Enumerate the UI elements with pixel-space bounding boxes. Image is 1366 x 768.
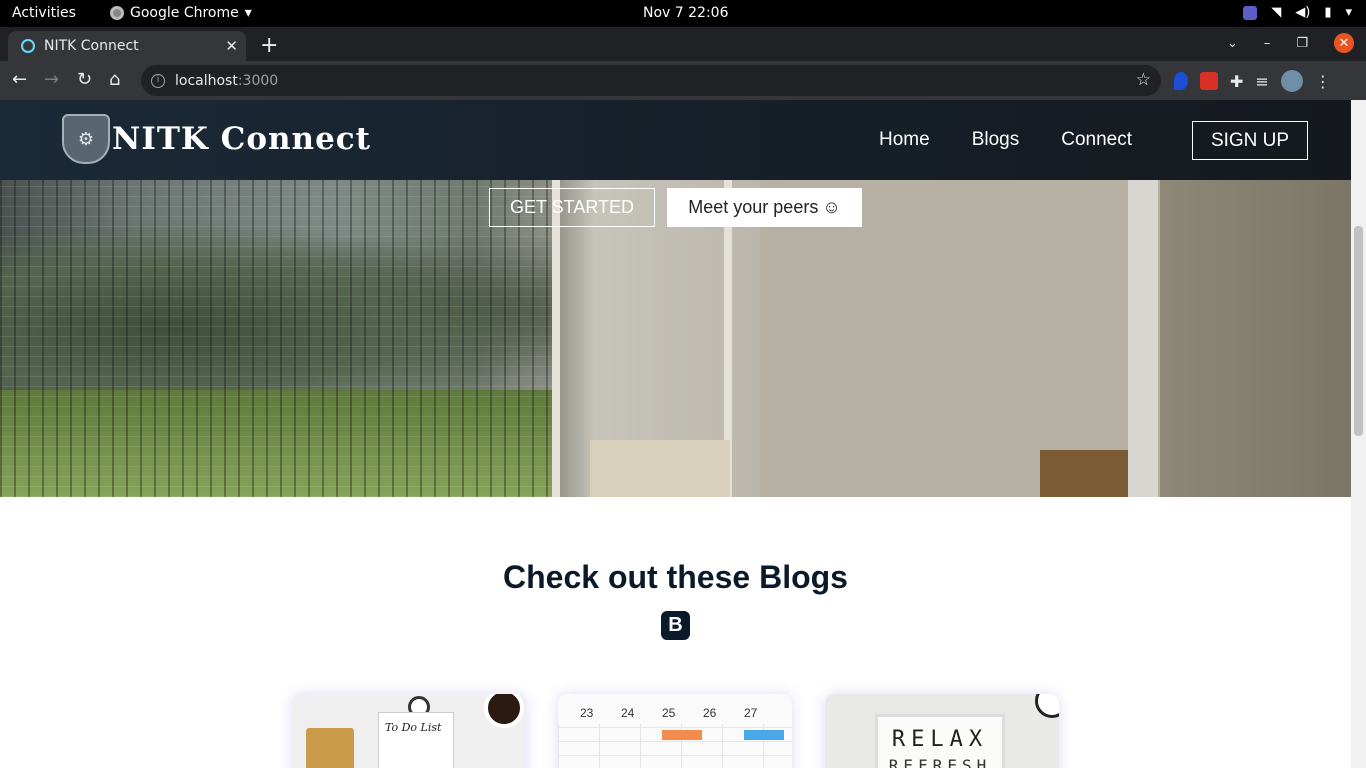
calendar-event-blue — [744, 730, 784, 740]
calendar-day: 25 — [662, 706, 676, 720]
extensions-area: ✚ ≡ ⋮ — [1174, 70, 1331, 92]
calendar-day: 26 — [703, 706, 717, 720]
minimize-icon[interactable]: – — [1264, 36, 1271, 51]
tab-strip: NITK Connect ✕ + ⌄ – ❐ ✕ — [0, 27, 1366, 61]
calendar-day: 27 — [744, 706, 758, 720]
site-logo[interactable]: ⚙ NITK Connect — [62, 114, 371, 164]
address-bar[interactable]: i localhost:3000 ☆ — [141, 65, 1161, 96]
calendar-event-orange — [662, 730, 702, 740]
tab-search-icon[interactable]: ⌄ — [1227, 36, 1238, 51]
forward-icon[interactable]: → — [44, 69, 59, 90]
activities-button[interactable]: Activities — [12, 5, 76, 21]
scrollbar-thumb[interactable] — [1354, 226, 1363, 436]
back-icon[interactable]: ← — [12, 69, 27, 90]
wifi-icon[interactable]: ◥ — [1271, 5, 1281, 20]
red-extension-icon[interactable] — [1200, 72, 1218, 90]
tab-nitk-connect[interactable]: NITK Connect ✕ — [8, 31, 246, 61]
nav-blogs-link[interactable]: Blogs — [972, 129, 1020, 151]
battery-icon[interactable]: ▮ — [1324, 5, 1331, 20]
blog-card-relax[interactable]: RELAX REFRESH — [825, 694, 1059, 768]
nav-home-link[interactable]: Home — [879, 129, 930, 151]
window-controls: ⌄ – ❐ ✕ — [1227, 33, 1354, 53]
calendar-day: 24 — [621, 706, 635, 720]
system-tray[interactable]: ◥ ◀) ▮ ▾ — [1243, 5, 1352, 20]
bookmark-star-icon[interactable]: ☆ — [1136, 70, 1151, 90]
blogs-section-title: Check out these Blogs — [503, 559, 848, 595]
clipboard-image — [306, 728, 354, 768]
clock[interactable]: Nov 7 22:06 — [643, 5, 728, 21]
tab-close-icon[interactable]: ✕ — [225, 37, 238, 55]
chrome-menu-icon[interactable]: ⋮ — [1315, 72, 1331, 91]
nav-connect-link[interactable]: Connect — [1061, 129, 1132, 151]
volume-icon[interactable]: ◀) — [1295, 5, 1310, 20]
refresh-word: REFRESH — [888, 756, 992, 768]
blog-card-todo[interactable]: To Do List — [292, 694, 526, 768]
app-name: Google Chrome — [130, 5, 239, 21]
url-text: localhost:3000 — [175, 73, 278, 89]
signup-button[interactable]: SIGN UP — [1192, 121, 1308, 160]
tab-title: NITK Connect — [44, 38, 139, 54]
page-viewport: GET STARTED Meet your peers ☺ ⚙ NITK Con… — [0, 100, 1366, 768]
caret-down-icon: ▾ — [244, 5, 252, 21]
restore-icon[interactable]: ❐ — [1296, 36, 1308, 51]
app-menu[interactable]: Google Chrome ▾ — [110, 5, 252, 21]
profile-avatar[interactable] — [1280, 70, 1303, 92]
hero-buttons: GET STARTED Meet your peers ☺ — [489, 188, 862, 227]
nitk-crest-icon: ⚙ — [62, 114, 110, 164]
smiley-icon: ☺ — [822, 197, 841, 217]
coffee-cup-image — [484, 694, 524, 728]
url-port: :3000 — [237, 72, 279, 89]
nav-links: Home Blogs Connect — [879, 129, 1132, 151]
browser-toolbar: ← → ↻ ⌂ i localhost:3000 ☆ ✚ ≡ ⋮ — [0, 61, 1366, 100]
site-info-icon[interactable]: i — [151, 73, 165, 88]
relax-word: RELAX — [891, 727, 989, 752]
teams-icon[interactable] — [1243, 5, 1258, 20]
puzzle-extensions-icon[interactable]: ✚ — [1230, 72, 1243, 91]
blog-card-calendar[interactable]: 23 24 25 26 27 — [558, 694, 792, 768]
site-navbar: ⚙ NITK Connect Home Blogs Connect SIGN U… — [0, 100, 1351, 180]
url-host: localhost — [175, 72, 238, 89]
calendar-header: 23 24 25 26 27 — [558, 694, 792, 720]
lightbox-sign: RELAX REFRESH — [875, 714, 1005, 768]
system-menu-caret-icon[interactable]: ▾ — [1345, 5, 1352, 20]
os-top-bar: Activities Google Chrome ▾ Nov 7 22:06 ◥… — [0, 0, 1366, 27]
page-scrollbar[interactable] — [1351, 100, 1366, 768]
reload-icon[interactable]: ↻ — [77, 69, 92, 90]
meet-peers-label: Meet your peers — [688, 197, 819, 217]
hero-books-left — [590, 440, 730, 497]
chrome-icon — [110, 6, 124, 20]
todo-note-image: To Do List — [378, 712, 454, 768]
logo-text: NITK Connect — [112, 121, 371, 157]
media-queue-icon[interactable]: ≡ — [1255, 72, 1268, 91]
close-window-icon[interactable]: ✕ — [1334, 33, 1354, 53]
blogger-icon: B — [661, 611, 690, 640]
gem-extension-icon[interactable] — [1174, 72, 1188, 90]
calendar-day: 23 — [580, 706, 594, 720]
home-icon[interactable]: ⌂ — [109, 69, 120, 90]
meet-peers-button[interactable]: Meet your peers ☺ — [667, 188, 862, 227]
relax-cup-image — [1035, 694, 1059, 718]
react-favicon-icon — [21, 39, 35, 53]
get-started-button[interactable]: GET STARTED — [489, 188, 655, 227]
new-tab-icon[interactable]: + — [260, 33, 278, 58]
